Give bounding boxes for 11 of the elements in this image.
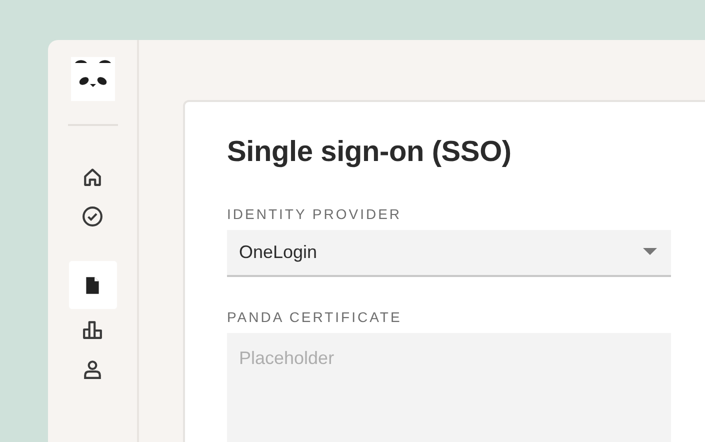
bar-chart-icon (82, 318, 103, 340)
check-circle-icon (82, 206, 103, 226)
certificate-input-field[interactable]: Placeholder (227, 332, 671, 442)
home-icon (82, 166, 103, 186)
user-icon (82, 358, 103, 380)
caret-icon (643, 248, 657, 256)
field-label: IDENTITY PROVIDER (227, 204, 403, 224)
sidebar-item[interactable] (68, 261, 116, 309)
identity-provider-dropdown[interactable]: OneLogin (227, 230, 671, 277)
field-label: PANDA CERTIFICATE (227, 308, 403, 327)
page-title: Single sign-on (SSO) (227, 135, 512, 170)
